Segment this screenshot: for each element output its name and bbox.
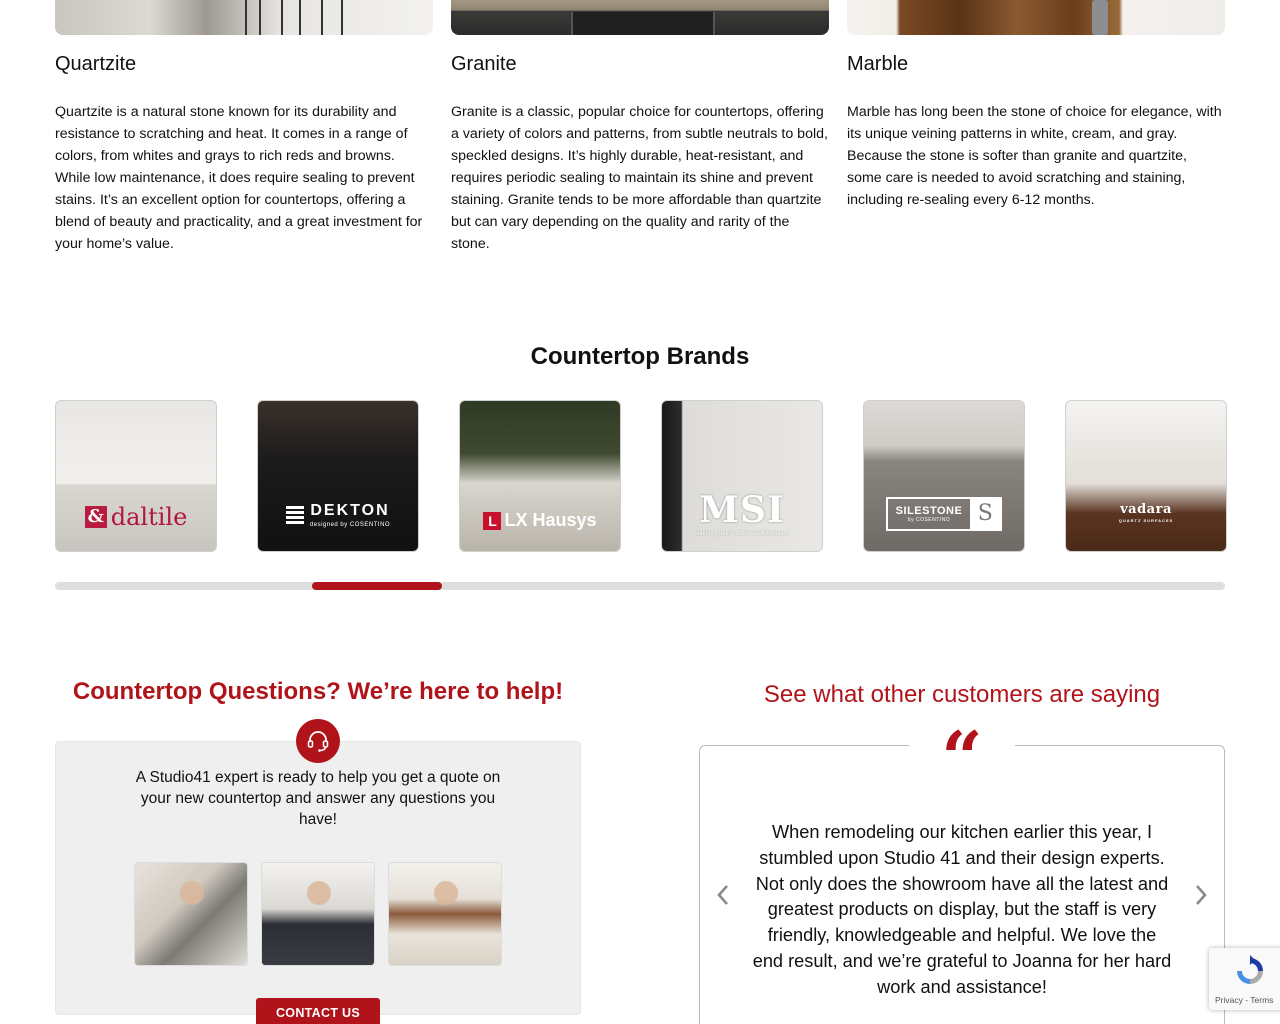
headset-icon: [296, 719, 340, 763]
help-photo-couple: [134, 862, 248, 966]
page: Quartzite Quartzite is a natural stone k…: [0, 0, 1280, 1024]
marble-image: [847, 0, 1225, 35]
testimonial-prev-arrow[interactable]: [708, 880, 738, 910]
help-photo-samples: [388, 862, 502, 966]
stone-title: Granite: [451, 53, 517, 75]
granite-image: [451, 0, 829, 35]
lx-hausys-logo: L LX Hausys: [460, 510, 620, 531]
brands-scrollbar[interactable]: [55, 582, 1225, 590]
brand-card-msi[interactable]: MSI Making Luxury Surfaces Affordable: [661, 400, 823, 552]
stone-description: Granite is a classic, popular choice for…: [451, 104, 828, 252]
chevron-left-icon: [717, 885, 728, 905]
stone-title: Quartzite: [55, 53, 137, 75]
brands-title: Countertop Brands: [530, 343, 750, 370]
stone-description: Marble has long been the stone of choice…: [847, 104, 1222, 208]
testimonial-text: When remodeling our kitchen earlier this…: [752, 822, 1172, 997]
stone-card-granite: Granite Granite is a classic, popular ch…: [451, 0, 829, 255]
dekton-logo: DEKTON designed by COSENTINO: [258, 502, 418, 531]
quote-icon: “: [941, 715, 983, 800]
vadara-logo: vadara QUARTZ SURFACES: [1118, 502, 1174, 523]
chevron-right-icon: [1196, 885, 1207, 905]
brand-card-lx-hausys[interactable]: L LX Hausys: [459, 400, 621, 552]
msi-logo: MSI Making Luxury Surfaces Affordable: [695, 489, 789, 537]
testimonial-next-arrow[interactable]: [1186, 880, 1216, 910]
daltile-logo: & daltile: [56, 503, 216, 531]
testimonials-title: See what other customers are saying: [763, 681, 1161, 708]
silestone-logo: SILESTONE by COSENTINO S: [864, 497, 1024, 531]
recaptcha-links[interactable]: Privacy - Terms: [1215, 995, 1273, 1005]
stone-card-quartzite: Quartzite Quartzite is a natural stone k…: [55, 0, 433, 255]
brand-card-dekton[interactable]: DEKTON designed by COSENTINO: [257, 400, 419, 552]
quartzite-image: [55, 0, 433, 35]
stone-description: Quartzite is a natural stone known for i…: [55, 104, 423, 252]
help-title: Countertop Questions? We’re here to help…: [72, 678, 564, 705]
recaptcha-icon: [1233, 954, 1267, 993]
help-text: A Studio41 expert is ready to help you g…: [135, 769, 501, 828]
recaptcha-badge[interactable]: Privacy - Terms: [1209, 948, 1280, 1010]
brand-card-silestone[interactable]: SILESTONE by COSENTINO S: [863, 400, 1025, 552]
brand-card-vadara[interactable]: vadara QUARTZ SURFACES: [1065, 400, 1227, 552]
brands-scrollbar-thumb[interactable]: [312, 582, 442, 590]
stone-title: Marble: [847, 53, 909, 75]
brand-card-daltile[interactable]: & daltile: [55, 400, 217, 552]
contact-us-button[interactable]: CONTACT US: [256, 998, 380, 1024]
help-photo-consultant: [261, 862, 375, 966]
stone-card-marble: Marble Marble has long been the stone of…: [847, 0, 1225, 211]
